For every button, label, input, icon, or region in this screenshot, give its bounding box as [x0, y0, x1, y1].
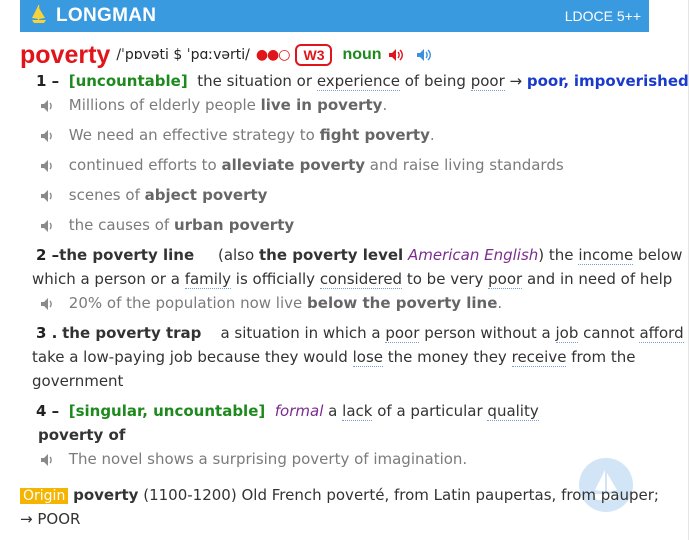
brand: LONGMAN [28, 3, 156, 29]
headword: poverty [20, 40, 111, 69]
sense-4-definition: 4 – [singular, uncountable] formal a lac… [36, 402, 539, 421]
example-row: continued efforts to alleviate poverty a… [40, 155, 564, 175]
linked-word[interactable]: poor [470, 72, 505, 91]
grammar-code: [uncountable] [68, 72, 188, 90]
pronunciation: /ˈpɒvəti $ ˈpɑːvərti/ [116, 47, 250, 63]
example-row: We need an effective strategy to fight p… [40, 125, 435, 145]
sense-1-definition: 1 – [uncountable] the situation or exper… [36, 72, 689, 91]
sense-3-definition-cont: government [32, 372, 124, 390]
phrase-headword: the poverty trap [62, 324, 202, 342]
part-of-speech: noun [342, 46, 382, 63]
linked-word[interactable]: poor [488, 270, 523, 289]
example-row: 20% of the population now live below the… [40, 293, 502, 313]
linked-word[interactable]: receive [511, 348, 567, 367]
linked-word[interactable]: income [578, 246, 634, 265]
brand-name: LONGMAN [56, 5, 157, 26]
example-speaker-icon[interactable] [40, 297, 56, 311]
sense-3-definition-cont: take a low-paying job because they would… [32, 348, 636, 367]
linked-word[interactable]: lack [342, 402, 373, 421]
origin-xref[interactable]: → POOR [20, 509, 80, 529]
example-speaker-icon[interactable] [40, 159, 56, 173]
example-row: Millions of elderly people live in pover… [40, 95, 387, 115]
example-speaker-icon[interactable] [40, 189, 56, 203]
linked-word[interactable]: quality [487, 402, 539, 421]
example-row: scenes of abject poverty [40, 185, 267, 205]
linked-word[interactable]: family [184, 270, 231, 289]
speaker-uk-icon[interactable] [388, 48, 404, 62]
example-speaker-icon[interactable] [40, 453, 56, 467]
register-label: formal [274, 402, 324, 420]
cross-reference-link[interactable]: poor [527, 72, 564, 90]
linked-word[interactable]: experience [316, 72, 400, 91]
sense-3-definition: 3 . the poverty trap a situation in whic… [36, 324, 689, 343]
speaker-us-icon[interactable] [416, 48, 432, 62]
sense-2-definition-cont: which a person or a family is officially… [32, 270, 673, 289]
sense-2-definition: 2 –the poverty line (also the poverty le… [36, 246, 683, 265]
example-row: The novel shows a surprising poverty of … [40, 449, 467, 469]
headword-line: poverty /ˈpɒvəti $ ˈpɑːvərti/ ●●○ W3 nou… [20, 38, 660, 72]
linked-word[interactable]: job [555, 324, 579, 343]
edition-label: LDOCE 5++ [564, 8, 641, 24]
origin-line: Origin poverty (1100-1200) Old French po… [20, 485, 659, 506]
frequency-badge: W3 [295, 44, 333, 66]
phrase-headword: the poverty line [59, 246, 195, 264]
example-speaker-icon[interactable] [40, 129, 56, 143]
origin-tag: Origin [20, 488, 69, 504]
example-row: the causes of urban poverty [40, 215, 294, 235]
linked-word[interactable]: afford [639, 324, 684, 343]
collocation: poverty of [38, 426, 126, 444]
frequency-dots: ●●○ [255, 47, 291, 63]
cross-reference-link[interactable]: impoverished [574, 72, 689, 90]
example-speaker-icon[interactable] [40, 219, 56, 233]
linked-word[interactable]: lose [352, 348, 383, 367]
dictionary-header: LONGMAN LDOCE 5++ [20, 0, 649, 32]
ship-logo-icon [28, 3, 50, 29]
linked-word[interactable]: considered [319, 270, 403, 289]
linked-word[interactable]: poor [385, 324, 420, 343]
region-label: American English [407, 246, 539, 264]
grammar-code: [singular, uncountable] [68, 402, 266, 420]
example-speaker-icon[interactable] [40, 99, 56, 113]
